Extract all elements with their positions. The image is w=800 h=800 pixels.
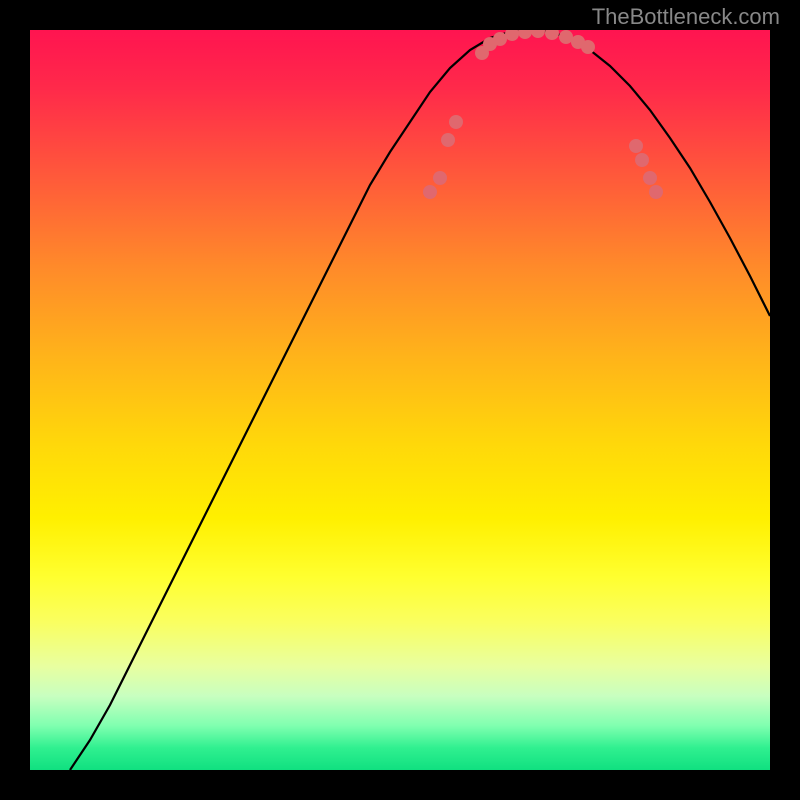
scatter-dot bbox=[449, 115, 463, 129]
scatter-dot bbox=[545, 30, 559, 40]
scatter-dot bbox=[531, 30, 545, 38]
scatter-dot bbox=[559, 30, 573, 44]
chart-svg bbox=[30, 30, 770, 770]
chart-plot-area bbox=[30, 30, 770, 770]
scatter-dot bbox=[581, 40, 595, 54]
scatter-dot bbox=[441, 133, 455, 147]
scatter-dot bbox=[649, 185, 663, 199]
bottleneck-curve bbox=[70, 30, 770, 770]
scatter-dot bbox=[643, 171, 657, 185]
scatter-dot bbox=[433, 171, 447, 185]
scatter-dot bbox=[423, 185, 437, 199]
watermark-text: TheBottleneck.com bbox=[592, 4, 780, 30]
scatter-dot bbox=[505, 30, 519, 41]
scatter-dot bbox=[493, 32, 507, 46]
scatter-dot bbox=[629, 139, 643, 153]
scatter-dot bbox=[635, 153, 649, 167]
scatter-dots-group bbox=[423, 30, 663, 199]
scatter-dot bbox=[518, 30, 532, 39]
